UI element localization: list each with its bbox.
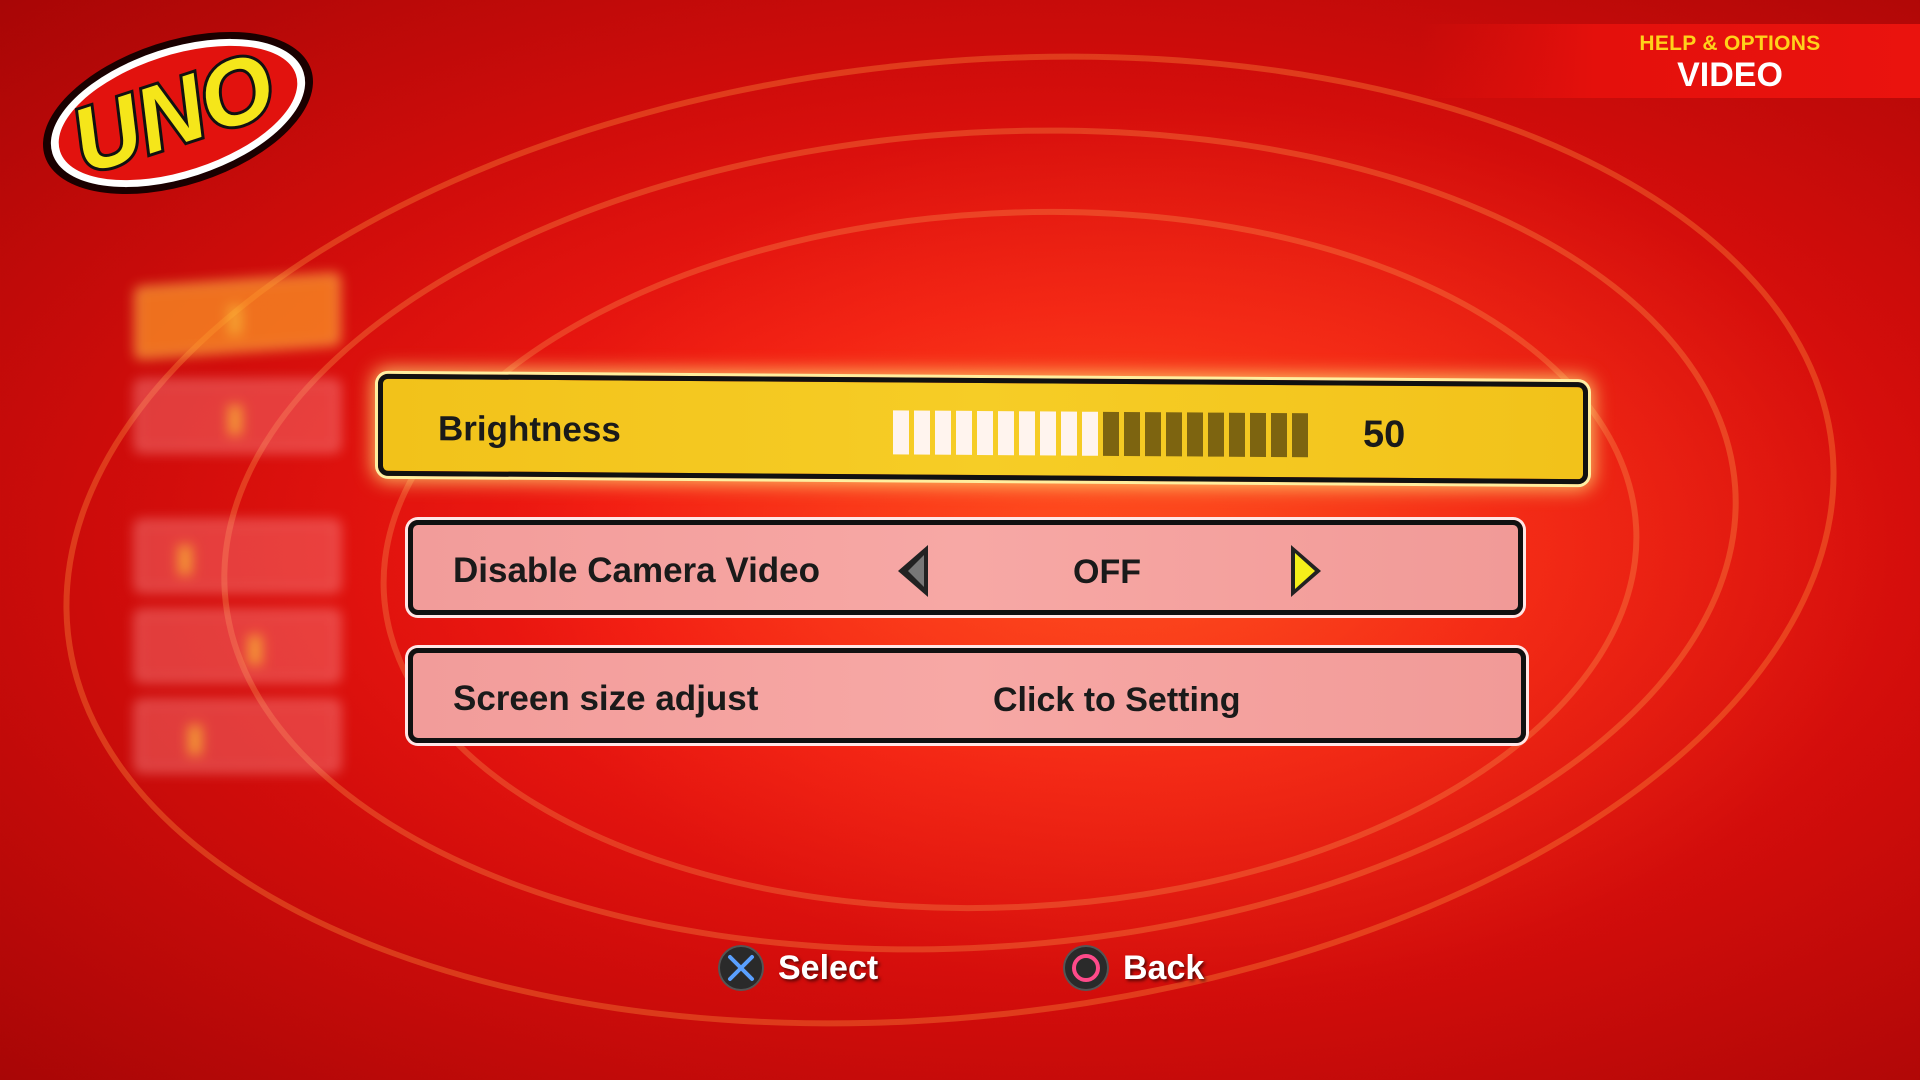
screen-size-value[interactable]: Click to Setting <box>993 681 1240 720</box>
brightness-segment <box>1229 412 1245 457</box>
brightness-segment <box>1103 411 1119 456</box>
disable-camera-label: Disable Camera Video <box>453 551 821 590</box>
back-label: Back <box>1123 948 1205 987</box>
brightness-label: Brightness <box>438 409 621 450</box>
blurred-menu-item <box>135 520 340 592</box>
brightness-segment <box>1040 411 1056 456</box>
select-label: Select <box>778 948 879 987</box>
screen-size-option-row[interactable]: Screen size adjust Click to Setting <box>408 648 1526 743</box>
blurred-options-menu <box>125 270 355 800</box>
brightness-segment <box>1061 411 1077 456</box>
blurred-menu-item <box>135 610 340 682</box>
disable-camera-option-row[interactable]: Disable Camera Video OFF <box>408 520 1523 615</box>
brightness-option-row[interactable]: Brightness 50 <box>378 373 1588 485</box>
brightness-segment <box>893 410 909 455</box>
screen-size-label: Screen size adjust <box>453 679 759 718</box>
header-title: VIDEO <box>1677 56 1783 94</box>
brightness-segment <box>1166 412 1182 457</box>
brightness-segment <box>1250 412 1266 457</box>
brightness-segment <box>1271 413 1287 458</box>
header-section: HELP & OPTIONS <box>1639 32 1821 55</box>
brightness-segment <box>1019 411 1035 456</box>
brightness-segment <box>956 410 972 455</box>
brightness-segment <box>1145 412 1161 457</box>
brightness-segment <box>1082 411 1098 456</box>
brightness-segment <box>935 410 951 455</box>
blurred-menu-item <box>135 272 340 360</box>
brightness-segment <box>1124 411 1140 457</box>
brightness-segment <box>1187 412 1203 457</box>
brightness-segment <box>1292 413 1308 458</box>
brightness-value: 50 <box>1363 413 1406 456</box>
cross-button-icon <box>718 945 764 991</box>
uno-logo: UNO <box>43 31 313 197</box>
back-prompt[interactable]: Back <box>1063 945 1204 991</box>
arrow-left-icon-fill <box>908 555 924 587</box>
blurred-menu-item <box>135 700 340 772</box>
select-prompt[interactable]: Select <box>718 945 878 991</box>
screen-header: HELP & OPTIONS VIDEO <box>1420 24 1920 98</box>
brightness-segment <box>998 411 1014 456</box>
circle-button-icon <box>1063 945 1109 991</box>
brightness-segment <box>914 410 930 455</box>
disable-camera-value: OFF <box>1073 553 1141 591</box>
brightness-slider[interactable] <box>893 410 1308 458</box>
blurred-menu-item <box>135 380 340 452</box>
brightness-segment <box>977 410 993 456</box>
brightness-segment <box>1208 412 1224 457</box>
arrow-right-icon-fill <box>1295 553 1315 589</box>
